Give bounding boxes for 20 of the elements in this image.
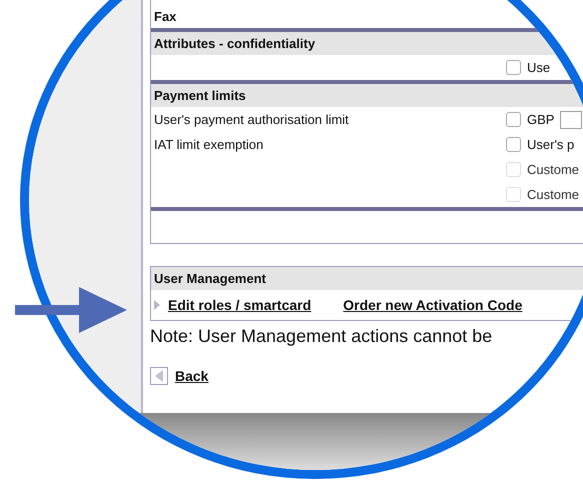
link[interactable]: Order new Activation Code	[343, 297, 522, 313]
triangle-icon	[154, 300, 160, 310]
note-text: Note: User Management actions cannot be	[150, 326, 494, 347]
option-label: Custome	[527, 187, 580, 202]
pointer-arrow-icon	[15, 287, 127, 333]
field-label: Fax	[154, 8, 176, 24]
section-header: User Management	[151, 267, 583, 290]
back-link[interactable]: Back	[175, 368, 208, 384]
amount-field[interactable]	[560, 110, 582, 128]
checkbox[interactable]	[506, 112, 521, 127]
section-header: Payment limits	[151, 80, 583, 107]
option-label: Custome	[527, 162, 580, 177]
checkbox[interactable]	[506, 60, 521, 75]
field-label: User's payment authorisation limit	[154, 112, 349, 127]
field-label: IAT limit exemption	[154, 137, 264, 152]
checkbox[interactable]	[506, 137, 521, 152]
link[interactable]: Edit roles / smartcard	[168, 297, 312, 313]
option-label: GBP	[527, 112, 554, 127]
option-label: User's p	[527, 137, 574, 152]
option-label: Use	[527, 60, 550, 75]
